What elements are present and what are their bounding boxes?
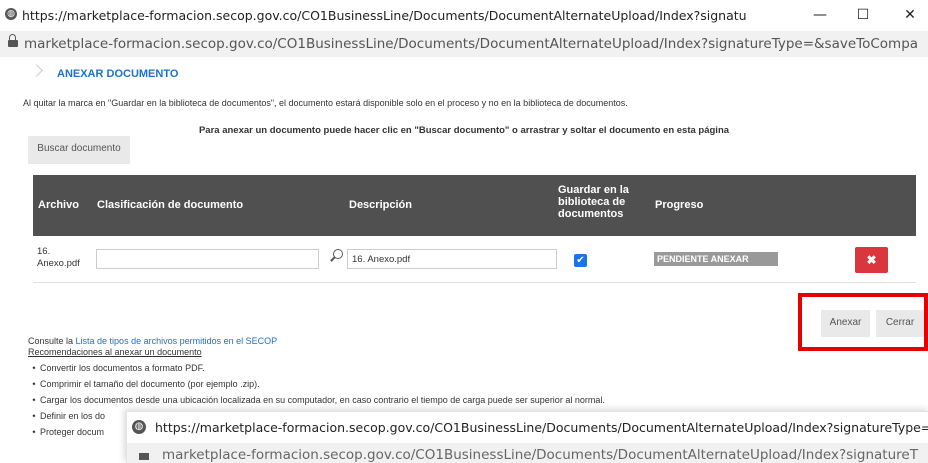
list-item-text: Definir en los do (40, 411, 106, 421)
header-guardar: Guardar en la biblioteca de documentos (558, 184, 629, 220)
header-progreso: Progreso (655, 199, 704, 211)
lock-icon (139, 451, 149, 461)
file-name: 16. Anexo.pdf (37, 246, 92, 270)
header-descripcion: Descripción (349, 199, 412, 211)
list-item-text: Proteger docum (40, 427, 105, 437)
list-item: • Convertir los documentos a formato PDF. (32, 363, 205, 373)
address-url[interactable]: marketplace-formacion.secop.gov.co/CO1Bu… (24, 36, 919, 52)
classification-input[interactable] (96, 249, 319, 269)
list-item-text: Cargar los documentos desde una ubicació… (40, 395, 605, 405)
maximize-button[interactable]: ☐ (843, 4, 883, 26)
page-title: ANEXAR DOCUMENTO (57, 68, 179, 80)
header-guardar-line1: Guardar en la (558, 184, 629, 196)
table-row: 16. Anexo.pdf ✔ PENDIENTE ANEXAR ✖ (33, 237, 916, 283)
popup-window[interactable]: ◍ https://marketplace-formacion.secop.go… (126, 411, 928, 463)
consult-prefix: Consulte la (28, 336, 76, 346)
info-text: Al quitar la marca en "Guardar en la bib… (23, 98, 628, 108)
instruction-text: Para anexar un documento puede hacer cli… (198, 125, 730, 136)
save-to-library-checkbox[interactable]: ✔ (574, 254, 587, 267)
search-document-button[interactable]: Buscar documento (28, 136, 130, 164)
file-name-line1: 16. (37, 246, 51, 257)
anexar-button[interactable]: Anexar (821, 310, 870, 337)
popup-title: https://marketplace-formacion.secop.gov.… (155, 420, 928, 435)
site-globe-icon: ◍ (132, 420, 146, 434)
file-types-link[interactable]: Lista de tipos de archivos permitidos en… (76, 336, 278, 346)
minimize-button[interactable]: — (800, 4, 840, 26)
delete-button[interactable]: ✖ (855, 247, 888, 273)
window-title: https://marketplace-formacion.secop.gov.… (22, 8, 747, 23)
cerrar-button[interactable]: Cerrar (876, 310, 924, 337)
header-clasificacion: Clasificación de documento (97, 199, 244, 211)
list-item-text: Convertir los documentos a formato PDF. (40, 363, 205, 373)
recommendations-title[interactable]: Recomendaciones al anexar un documento (28, 347, 202, 357)
site-globe-icon: ◍ (5, 8, 17, 20)
documents-table-header: Archivo Clasificación de documento Descr… (33, 175, 916, 236)
header-archivo: Archivo (38, 199, 79, 211)
description-input[interactable] (347, 249, 557, 269)
status-badge: PENDIENTE ANEXAR (654, 252, 778, 266)
popup-address-bar[interactable]: marketplace-formacion.secop.gov.co/CO1Bu… (127, 443, 928, 463)
list-item: • Cargar los documentos desde una ubicaci… (32, 395, 605, 405)
popup-url[interactable]: marketplace-formacion.secop.gov.co/CO1Bu… (162, 447, 918, 463)
header-guardar-line2: biblioteca de (558, 196, 626, 208)
header-guardar-line3: documentos (558, 208, 624, 220)
window-titlebar: ◍ https://marketplace-formacion.secop.go… (0, 0, 928, 32)
chevron-right-icon (30, 64, 43, 77)
address-bar[interactable]: marketplace-formacion.secop.gov.co/CO1Bu… (0, 31, 928, 57)
file-name-line2: Anexo.pdf (37, 258, 80, 269)
consult-text: Consulte la Lista de tipos de archivos p… (28, 336, 277, 346)
list-item: • Comprimir el tamaño del documento (por … (32, 379, 260, 389)
list-item-text: Comprimir el tamaño del documento (por e… (40, 379, 260, 389)
lock-icon (8, 34, 18, 48)
search-icon[interactable] (329, 249, 343, 264)
close-window-button[interactable]: ✕ (890, 4, 928, 26)
